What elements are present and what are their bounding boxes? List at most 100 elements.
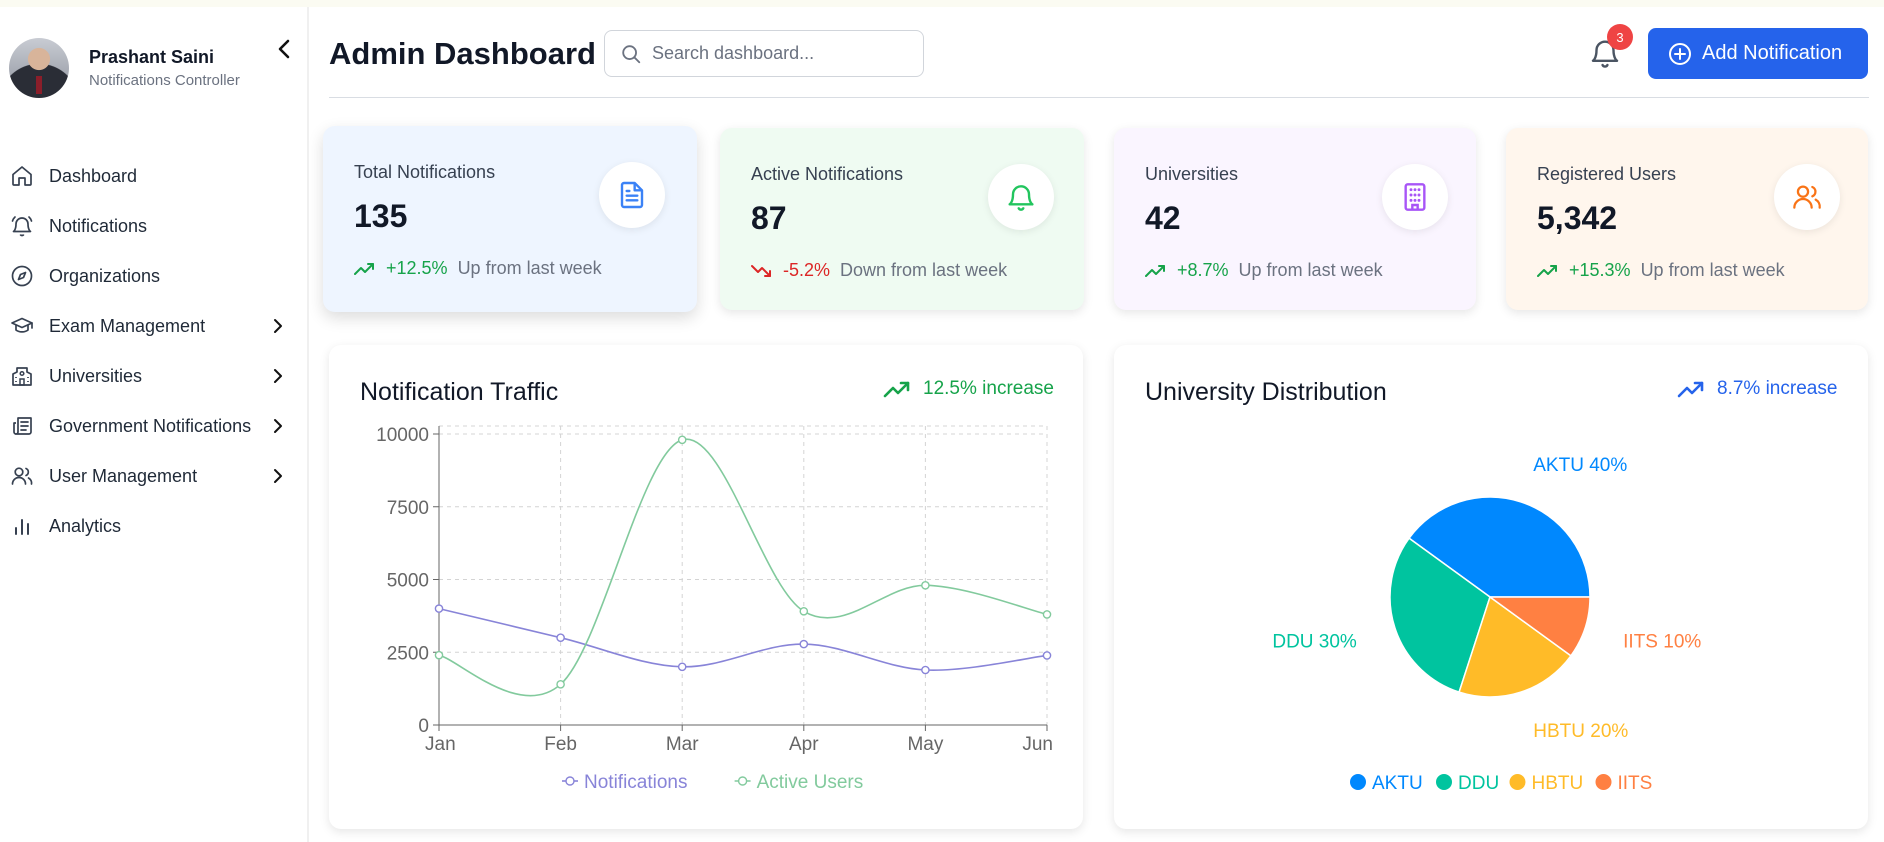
stat-trend-note: Up from last week bbox=[457, 258, 602, 278]
stat-value: 5,342 bbox=[1537, 200, 1618, 236]
stat-title: Total Notifications bbox=[354, 162, 496, 182]
trend-up-icon bbox=[354, 262, 374, 275]
bell-ring-icon bbox=[11, 216, 33, 237]
legend-label: Active Users bbox=[757, 772, 864, 793]
profile-name: Prashant Saini bbox=[89, 47, 215, 67]
stat-trend-value: -5.2% bbox=[783, 260, 831, 280]
data-point bbox=[799, 606, 809, 616]
data-point bbox=[434, 604, 444, 613]
stat-trend: +15.3% Up from last week bbox=[1537, 260, 1785, 281]
stat-card-total-notifications: Total Notifications 135 +12.5% Up from last… bbox=[323, 126, 697, 312]
stat-trend-value: +15.3% bbox=[1569, 260, 1631, 280]
series-line-notifications bbox=[438, 607, 1048, 671]
nav-icon bbox=[9, 263, 35, 289]
pie-label-iits: IITS 10% bbox=[1623, 631, 1701, 652]
sidebar: Prashant Saini Notifications Controller … bbox=[0, 7, 309, 842]
stat-card-universities: Universities 42 +8.7% Up from last week bbox=[1114, 128, 1476, 310]
stat-value: 42 bbox=[1145, 200, 1181, 236]
data-point bbox=[921, 581, 930, 590]
graduation-cap-icon bbox=[11, 317, 33, 333]
user-profile: Prashant Saini Notifications Controller bbox=[9, 38, 240, 98]
traffic-line-chart: 025005000750010000Jan Feb Mar Apr May JunNoti… bbox=[376, 425, 1053, 793]
add-notification-button[interactable]: Add Notification bbox=[1648, 28, 1868, 79]
nav-icon bbox=[9, 213, 35, 239]
sidebar-item-government-notifications[interactable]: Government Notifications bbox=[0, 401, 307, 451]
stat-title: Universities bbox=[1145, 164, 1239, 184]
compass-icon bbox=[11, 265, 33, 287]
plus-circle-icon bbox=[1669, 42, 1691, 65]
legend-dot-iits bbox=[1595, 774, 1612, 790]
newspaper-icon bbox=[13, 417, 32, 435]
sidebar-item-exam-management[interactable]: Exam Management bbox=[0, 301, 307, 351]
x-tick-label: May bbox=[907, 734, 943, 755]
sidebar-item-label: Dashboard bbox=[49, 165, 138, 186]
notification-traffic-panel: Notification Traffic 12.5% increase 0 250… bbox=[329, 345, 1083, 829]
y-tick-label: 10000 bbox=[376, 425, 429, 446]
pie-label-hbtu: HBTU 20% bbox=[1533, 721, 1628, 742]
legend-dot-aktu bbox=[1350, 774, 1366, 790]
school-icon bbox=[12, 367, 32, 386]
stat-card-registered-users: Registered Users 5,342 +15.3% Up from last … bbox=[1506, 128, 1868, 310]
data-point bbox=[677, 435, 687, 445]
nav-icon bbox=[9, 413, 35, 439]
sidebar-item-label: User Management bbox=[49, 465, 198, 486]
x-tick-label: Apr bbox=[789, 734, 819, 755]
legend-label: HBTU bbox=[1532, 773, 1584, 794]
university-distribution-panel: University Distribution 8.7% increase AK… bbox=[1114, 345, 1868, 829]
legend-marker bbox=[737, 776, 748, 786]
search-input[interactable] bbox=[652, 43, 912, 64]
avatar bbox=[9, 38, 69, 98]
stat-icon-wrap bbox=[1774, 164, 1840, 230]
sidebar-item-organizations[interactable]: Organizations bbox=[0, 251, 307, 301]
data-point bbox=[677, 662, 687, 672]
bell-icon bbox=[1008, 185, 1034, 211]
pie-label-ddu: DDU 30% bbox=[1272, 631, 1357, 652]
stat-icon-wrap bbox=[599, 162, 665, 228]
trend-down-icon bbox=[751, 264, 771, 277]
data-point bbox=[921, 665, 930, 675]
data-point bbox=[799, 639, 809, 649]
sidebar-item-universities[interactable]: Universities bbox=[0, 351, 307, 401]
home-icon bbox=[12, 166, 32, 186]
sidebar-item-label: Analytics bbox=[49, 515, 122, 536]
file-text-icon bbox=[620, 181, 644, 209]
data-point bbox=[1042, 651, 1052, 660]
search-box[interactable] bbox=[604, 30, 924, 77]
sidebar-item-analytics[interactable]: Analytics bbox=[0, 501, 307, 551]
nav-icon bbox=[9, 513, 35, 539]
sidebar-item-label: Organizations bbox=[49, 265, 161, 286]
legend-dot-hbtu bbox=[1509, 774, 1526, 790]
stat-icon-wrap bbox=[988, 164, 1054, 230]
nav-icon bbox=[9, 363, 35, 389]
nav-icon bbox=[9, 313, 35, 339]
legend-marker bbox=[565, 776, 575, 786]
collapse-sidebar-button[interactable] bbox=[272, 35, 296, 63]
stat-icon-wrap bbox=[1382, 164, 1448, 230]
stat-card-active-notifications: Active Notifications 87 -5.2% Down from las… bbox=[720, 128, 1084, 310]
sidebar-item-label: Exam Management bbox=[49, 315, 206, 336]
stat-trend-value: +8.7% bbox=[1177, 260, 1229, 280]
x-tick-label: Jan bbox=[425, 734, 456, 755]
trend-up-icon bbox=[1145, 264, 1165, 277]
stat-trend-note: Up from last week bbox=[1238, 260, 1383, 280]
data-point bbox=[434, 650, 444, 660]
legend-label: DDU bbox=[1458, 773, 1499, 794]
nav-icon bbox=[9, 163, 35, 189]
legend-label: IITS bbox=[1618, 773, 1653, 794]
y-tick-label: 2500 bbox=[387, 643, 429, 664]
stat-trend: +8.7% Up from last week bbox=[1145, 260, 1383, 281]
stat-trend-note: Up from last week bbox=[1640, 260, 1785, 280]
sidebar-nav: Dashboard Notifications Organizations Exam … bbox=[0, 151, 307, 551]
nav-icon bbox=[9, 463, 35, 489]
sidebar-item-user-management[interactable]: User Management bbox=[0, 451, 307, 501]
pie-label-aktu: AKTU 40% bbox=[1533, 455, 1627, 476]
sidebar-item-label: Notifications bbox=[49, 215, 148, 236]
profile-role: Notifications Controller bbox=[89, 72, 240, 89]
sidebar-item-label: Universities bbox=[49, 365, 143, 386]
stat-value: 87 bbox=[751, 200, 787, 236]
sidebar-item-notifications[interactable]: Notifications bbox=[0, 201, 307, 251]
sidebar-item-dashboard[interactable]: Dashboard bbox=[0, 151, 307, 201]
chevron-left-icon bbox=[278, 39, 290, 59]
top-strip bbox=[0, 0, 1884, 7]
search-icon bbox=[622, 44, 641, 63]
